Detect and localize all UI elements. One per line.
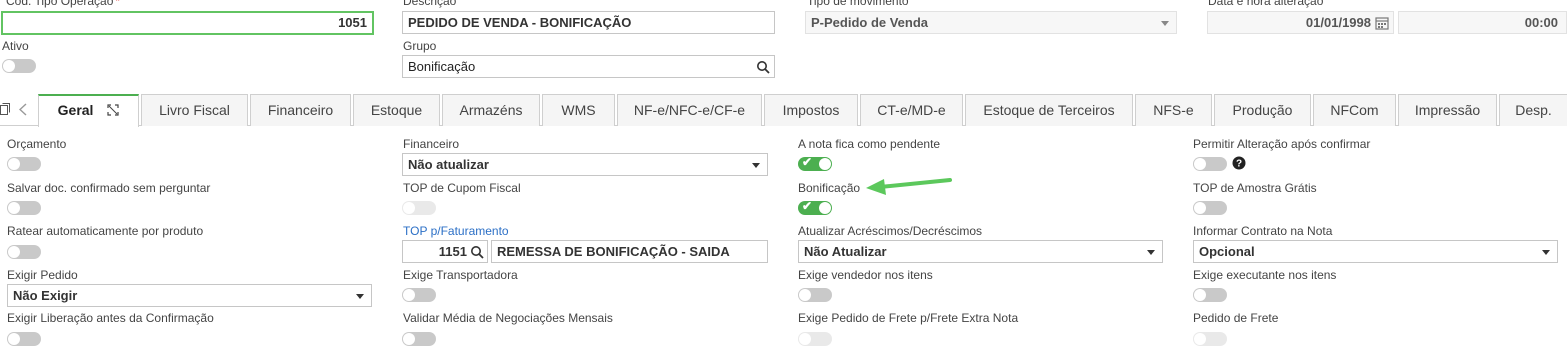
cod-tipo-operacao-label: Cód. Tipo Operação * [6, 0, 120, 8]
data-value: 01/01/1998 [1305, 15, 1371, 30]
search-icon[interactable] [470, 245, 484, 259]
descricao-input[interactable]: PEDIDO DE VENDA - BONIFICAÇÃO [402, 11, 775, 34]
tipo-movimento-value: P-Pedido de Venda [811, 15, 929, 30]
grupo-input[interactable]: Bonificação [402, 55, 775, 78]
top-faturamento-link[interactable]: TOP p/Faturamento [403, 224, 509, 238]
tab-impostos[interactable]: Impostos [764, 94, 858, 126]
informar-contrato-label: Informar Contrato na Nota [1193, 224, 1333, 238]
exige-executante-toggle[interactable] [1193, 288, 1227, 302]
tab-impressao[interactable]: Impressão [1398, 94, 1497, 126]
chevron-down-icon [1161, 21, 1169, 26]
validar-media-toggle[interactable] [402, 332, 436, 346]
exige-vendedor-toggle[interactable] [798, 288, 832, 302]
exige-pedido-frete-toggle[interactable] [798, 332, 832, 346]
tab-estoque[interactable]: Estoque [353, 94, 440, 126]
exige-vendedor-label: Exige vendedor nos itens [798, 268, 933, 282]
tab-armazens[interactable]: Armazéns [442, 94, 540, 126]
tab-label: Geral [57, 102, 94, 118]
tab-nfe[interactable]: NF-e/NFC-e/CF-e [617, 94, 762, 126]
chevron-left-icon[interactable] [19, 103, 27, 116]
top-faturamento-description: REMESSA DE BONIFICAÇÃO - SAIDA [491, 240, 768, 263]
copy-icon[interactable] [0, 103, 10, 115]
salvar-doc-label: Salvar doc. confirmado sem perguntar [7, 181, 211, 195]
annotation-arrow [866, 178, 952, 195]
validar-media-label: Validar Média de Negociações Mensais [403, 311, 613, 325]
grupo-label: Grupo [403, 39, 437, 53]
exige-pedido-frete-label: Exige Pedido de Frete p/Frete Extra Nota [798, 311, 1019, 325]
permitir-alteracao-toggle[interactable] [1193, 157, 1227, 171]
financeiro-label: Financeiro [403, 137, 460, 151]
informar-contrato-value: Opcional [1199, 244, 1255, 259]
exigir-liberacao-label: Exigir Liberação antes da Confirmação [7, 311, 214, 325]
informar-contrato-select[interactable]: Opcional [1193, 240, 1558, 263]
top-amostra-toggle[interactable] [1193, 201, 1227, 215]
exige-executante-label: Exige executante nos itens [1193, 268, 1337, 282]
atualizar-acrescimos-value: Não Atualizar [804, 244, 887, 259]
tab-wms[interactable]: WMS [542, 94, 615, 126]
atualizar-acrescimos-select[interactable]: Não Atualizar [798, 240, 1163, 263]
top-cupom-label: TOP de Cupom Fiscal [403, 181, 521, 195]
hora-value: 00:00 [1524, 15, 1558, 30]
pedido-frete-label: Pedido de Frete [1193, 311, 1279, 325]
search-icon[interactable] [756, 60, 770, 74]
tab-estoque-terceiros[interactable]: Estoque de Terceiros [965, 94, 1133, 126]
ativo-toggle[interactable] [2, 59, 36, 73]
pedido-frete-toggle[interactable] [1193, 332, 1227, 346]
tab-desp[interactable]: Desp. [1499, 94, 1567, 126]
grupo-value: Bonificação [408, 59, 476, 74]
top-cupom-toggle[interactable] [402, 201, 436, 215]
exigir-pedido-value: Não Exigir [13, 288, 78, 303]
check-icon: ✔ [802, 155, 813, 169]
data-hora-label: Data e hora alteração [1208, 0, 1324, 8]
calendar-icon[interactable] [1375, 16, 1389, 30]
tab-bar: Geral Livro Fiscal Financeiro Estoque Ar… [0, 94, 1567, 127]
tab-livro-fiscal[interactable]: Livro Fiscal [141, 94, 248, 126]
exigir-pedido-label: Exigir Pedido [7, 268, 78, 282]
tipo-movimento-label: Tipo de movimento [807, 0, 909, 8]
top-faturamento-code: 1151 [438, 244, 467, 259]
permitir-alteracao-label: Permitir Alteração após confirmar [1193, 137, 1371, 151]
atualizar-acrescimos-label: Atualizar Acréscimos/Decréscimos [798, 224, 983, 238]
financeiro-value: Não atualizar [408, 157, 489, 172]
chevron-down-icon [1542, 250, 1550, 255]
expand-icon[interactable] [107, 104, 119, 116]
cod-tipo-operacao-input[interactable]: 1051 [1, 11, 374, 35]
chevron-down-icon [1147, 250, 1155, 255]
exige-transportadora-label: Exige Transportadora [403, 268, 518, 282]
tab-cte-mde[interactable]: CT-e/MD-e [860, 94, 963, 126]
tab-producao[interactable]: Produção [1214, 94, 1311, 126]
tab-nfse[interactable]: NFS-e [1135, 94, 1212, 126]
svg-text:?: ? [1236, 159, 1242, 170]
nota-pendente-toggle[interactable]: ✔ [798, 155, 832, 171]
top-amostra-label: TOP de Amostra Grátis [1193, 181, 1317, 195]
tipo-movimento-select[interactable]: P-Pedido de Venda [805, 11, 1177, 34]
ratear-toggle[interactable] [7, 245, 41, 259]
ativo-label: Ativo [2, 39, 29, 53]
ratear-label: Ratear automaticamente por produto [7, 224, 204, 238]
orcamento-label: Orçamento [7, 137, 67, 151]
check-icon: ✔ [802, 199, 813, 213]
exigir-liberacao-toggle[interactable] [7, 332, 41, 346]
orcamento-toggle[interactable] [7, 157, 41, 171]
nota-pendente-label: A nota fica como pendente [798, 137, 941, 151]
tab-nfcom[interactable]: NFCom [1313, 94, 1396, 126]
bonificacao-label: Bonificação [798, 181, 861, 195]
financeiro-select[interactable]: Não atualizar [402, 153, 768, 176]
required-marker: * [115, 0, 121, 8]
bonificacao-toggle[interactable]: ✔ [798, 199, 832, 215]
descricao-label: Descrição [403, 0, 457, 8]
chevron-down-icon [356, 294, 364, 299]
help-icon[interactable]: ? [1232, 156, 1246, 170]
salvar-doc-toggle[interactable] [7, 201, 41, 215]
tab-financeiro[interactable]: Financeiro [250, 94, 351, 126]
exigir-pedido-select[interactable]: Não Exigir [7, 284, 372, 307]
exige-transportadora-toggle[interactable] [402, 288, 436, 302]
tab-geral[interactable]: Geral [38, 94, 139, 127]
top-faturamento-code-input[interactable]: 1151 [402, 240, 488, 263]
hora-alteracao-input[interactable]: 00:00 [1398, 11, 1567, 34]
data-alteracao-input[interactable]: 01/01/1998 [1207, 11, 1394, 34]
chevron-down-icon [752, 163, 760, 168]
